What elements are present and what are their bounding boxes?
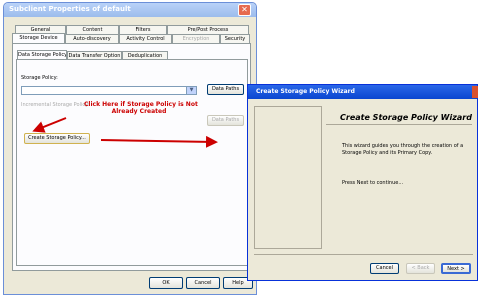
- arrow-to-wizard: [100, 135, 218, 148]
- annotation-arrows: [32, 117, 218, 148]
- arrow-to-create-button: [32, 117, 67, 133]
